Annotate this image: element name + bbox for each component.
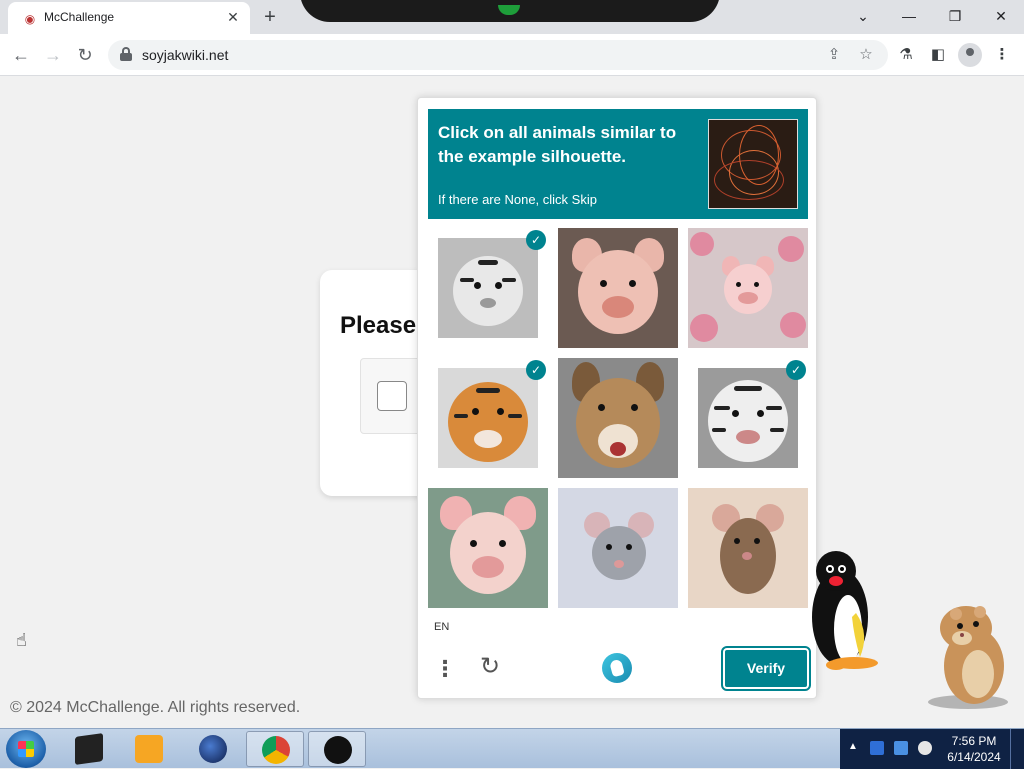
- verify-button[interactable]: Verify: [721, 646, 811, 691]
- pig-with-flowers-image: [688, 228, 808, 348]
- show-desktop-button[interactable]: [1010, 729, 1024, 769]
- terminal-icon: [75, 733, 103, 765]
- lock-icon[interactable]: [120, 47, 132, 61]
- minimize-button[interactable]: —: [894, 4, 924, 28]
- taskbar-app-terminal[interactable]: [60, 731, 118, 767]
- media-player-icon: [135, 735, 163, 763]
- taskbar-app-chrome[interactable]: [246, 731, 304, 767]
- selected-check-icon: ✓: [786, 360, 806, 380]
- extension-icon[interactable]: ⚗: [894, 43, 918, 67]
- example-silhouette-image: [708, 119, 798, 209]
- mouse-image: [688, 488, 808, 608]
- image-tile-mouse[interactable]: [688, 488, 808, 608]
- captcha-challenge: Click on all animals similar to the exam…: [417, 97, 817, 699]
- start-button[interactable]: [6, 730, 46, 768]
- taskbar-app-pingu[interactable]: [308, 731, 366, 767]
- selected-check-icon: ✓: [526, 360, 546, 380]
- image-tile-mouse[interactable]: [558, 488, 678, 608]
- chrome-icon: [262, 736, 290, 764]
- back-arrow-icon[interactable]: ←: [8, 42, 34, 68]
- image-tile-white-tiger-selected[interactable]: ✓: [688, 358, 808, 478]
- browser-toolbar: ← → ↻ soyjakwiki.net ⇪ ☆ ⚗ ◧ ⋮: [0, 34, 1024, 76]
- profile-avatar[interactable]: [958, 43, 982, 67]
- url-text[interactable]: soyjakwiki.net: [142, 47, 228, 63]
- captcha-logo-icon: [602, 653, 632, 683]
- image-tile-tiger-selected[interactable]: ✓: [428, 228, 548, 348]
- captcha-checkbox[interactable]: [377, 381, 407, 411]
- refresh-challenge-icon[interactable]: ↻: [476, 653, 504, 681]
- browser-tab[interactable]: ◉ McChallenge ✕: [8, 2, 250, 34]
- forward-arrow-icon[interactable]: →: [40, 42, 66, 68]
- pingu-icon: [324, 736, 352, 764]
- tray-security-icon[interactable]: [870, 741, 884, 755]
- taskbar-app-browser[interactable]: [184, 731, 242, 767]
- selected-check-icon: ✓: [526, 230, 546, 250]
- language-selector[interactable]: EN: [434, 621, 449, 633]
- system-tray: ▲ 7:56 PM 6/14/2024: [840, 729, 1024, 769]
- browser-titlebar: ◉ McChallenge ✕ + ⌄ — ❐ ✕: [0, 0, 1024, 34]
- clock-time[interactable]: 7:56 PM: [944, 734, 1004, 748]
- bookmark-star-icon[interactable]: ☆: [854, 43, 878, 67]
- pig-image: [558, 228, 678, 348]
- close-window-button[interactable]: ✕: [986, 4, 1016, 28]
- captcha-prompt: Click on all animals similar to the exam…: [438, 123, 677, 166]
- mouse-image: [558, 488, 678, 608]
- webcam-indicator: [498, 5, 520, 15]
- captcha-footer: ⋮ ↻ Verify: [418, 638, 818, 700]
- globe-icon: [199, 735, 227, 763]
- tiger-image: [438, 368, 538, 468]
- new-tab-button[interactable]: +: [258, 5, 282, 29]
- image-tile-dog[interactable]: [558, 358, 678, 478]
- page-footer: © 2024 McChallenge. All rights reserved.: [10, 699, 301, 716]
- tab-search-chevron-icon[interactable]: ⌄: [848, 4, 878, 28]
- hand-cursor-icon: ☝: [16, 630, 27, 650]
- card-title: Please: [340, 312, 417, 339]
- image-tile-pig[interactable]: [558, 228, 678, 348]
- restore-button[interactable]: ❐: [940, 4, 970, 28]
- image-tile-pig[interactable]: [428, 488, 548, 608]
- webcam-notch: [300, 0, 720, 22]
- clock-date[interactable]: 6/14/2024: [944, 750, 1004, 764]
- dog-image: [558, 358, 678, 478]
- network-icon[interactable]: [894, 741, 908, 755]
- tiger-image: [438, 238, 538, 338]
- side-panel-icon[interactable]: ◧: [926, 43, 950, 67]
- share-icon[interactable]: ⇪: [822, 43, 846, 67]
- image-tile-tiger-selected[interactable]: ✓: [428, 358, 548, 478]
- reload-icon[interactable]: ↻: [72, 42, 98, 68]
- address-bar[interactable]: soyjakwiki.net ⇪ ☆: [108, 40, 888, 70]
- taskbar-app-media-player[interactable]: [120, 731, 178, 767]
- pig-image: [428, 488, 548, 608]
- captcha-subprompt: If there are None, click Skip: [438, 192, 597, 207]
- penguin-sticker-image: [812, 551, 878, 670]
- hamster-sticker-image: [928, 606, 1008, 709]
- favicon-icon: ◉: [24, 12, 36, 26]
- captcha-header: Click on all animals similar to the exam…: [428, 109, 808, 219]
- tray-expand-icon[interactable]: ▲: [848, 741, 858, 752]
- menu-kebab-icon[interactable]: ⋮: [990, 43, 1014, 67]
- image-tile-pig-flowers[interactable]: [688, 228, 808, 348]
- menu-dots-icon[interactable]: ⋮: [434, 655, 456, 683]
- white-tiger-image: [698, 368, 798, 468]
- windows-taskbar: ▲ 7:56 PM 6/14/2024: [0, 728, 1024, 769]
- tab-close-icon[interactable]: ✕: [224, 8, 242, 26]
- tab-title: McChallenge: [44, 10, 115, 24]
- volume-icon[interactable]: [918, 741, 932, 755]
